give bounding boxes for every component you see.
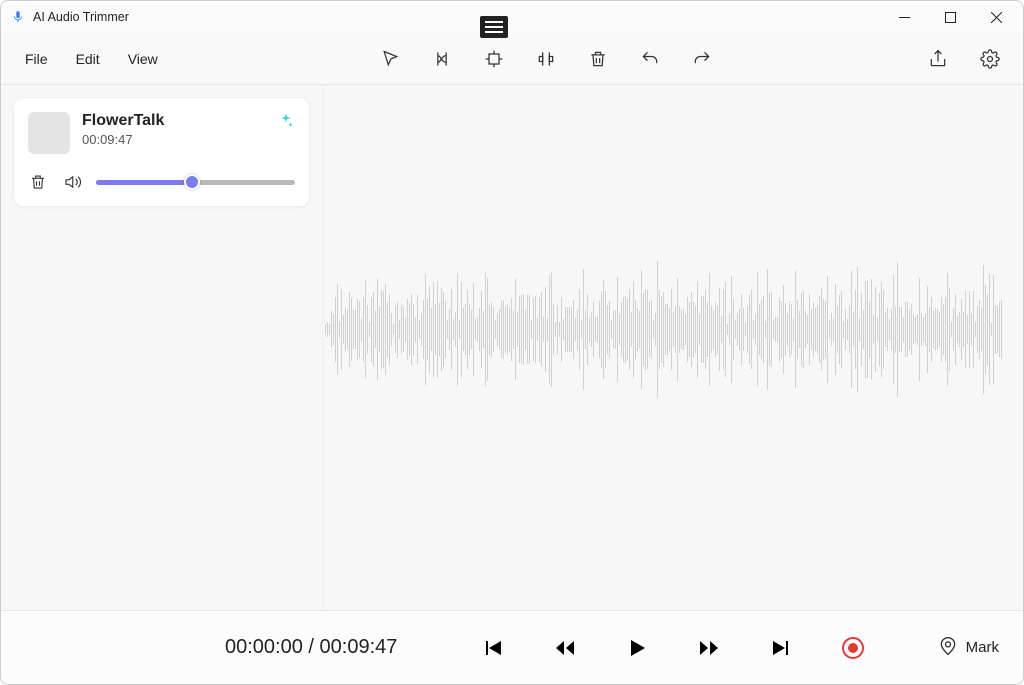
window-title: AI Audio Trimmer — [33, 10, 129, 24]
waveform-display — [323, 240, 1013, 420]
menu-view[interactable]: View — [114, 43, 172, 75]
clip-duration: 00:09:47 — [82, 132, 164, 147]
undo-button[interactable] — [633, 42, 667, 76]
silence-tool-button[interactable] — [529, 42, 563, 76]
volume-icon[interactable] — [62, 172, 82, 192]
clip-thumbnail — [28, 112, 70, 154]
fast-forward-button[interactable] — [693, 632, 725, 664]
app-window: AI Audio Trimmer File Edit View — [0, 0, 1024, 685]
sparkle-icon — [277, 112, 295, 135]
redo-button[interactable] — [685, 42, 719, 76]
waveform-area[interactable] — [323, 85, 1023, 610]
keyboard-icon — [480, 16, 508, 38]
mark-label: Mark — [966, 639, 999, 656]
marker-icon — [938, 636, 958, 660]
menu-edit[interactable]: Edit — [62, 43, 114, 75]
current-time: 00:00:00 — [225, 636, 303, 658]
delete-clip-button[interactable] — [28, 172, 48, 192]
crop-tool-button[interactable] — [477, 42, 511, 76]
title-bar: AI Audio Trimmer — [1, 1, 1023, 33]
clip-sidebar: FlowerTalk 00:09:47 — [1, 85, 323, 610]
minimize-button[interactable] — [881, 1, 927, 33]
skip-start-button[interactable] — [477, 632, 509, 664]
pointer-tool-button[interactable] — [373, 42, 407, 76]
skip-end-button[interactable] — [765, 632, 797, 664]
clip-card[interactable]: FlowerTalk 00:09:47 — [13, 97, 310, 207]
maximize-button[interactable] — [927, 1, 973, 33]
volume-slider[interactable] — [96, 180, 295, 185]
settings-button[interactable] — [973, 42, 1007, 76]
total-time: 00:09:47 — [320, 636, 398, 658]
microphone-icon — [11, 10, 25, 24]
time-display: 00:00:00 / 00:09:47 — [225, 636, 397, 659]
share-button[interactable] — [921, 42, 955, 76]
delete-tool-button[interactable] — [581, 42, 615, 76]
menu-bar: File Edit View — [1, 33, 1023, 85]
clip-title: FlowerTalk — [82, 112, 164, 130]
play-button[interactable] — [621, 632, 653, 664]
mark-button[interactable]: Mark — [938, 636, 999, 660]
playback-bar: 00:00:00 / 00:09:47 — [1, 610, 1023, 684]
menu-file[interactable]: File — [11, 43, 62, 75]
close-button[interactable] — [973, 1, 1019, 33]
rewind-button[interactable] — [549, 632, 581, 664]
split-tool-button[interactable] — [425, 42, 459, 76]
record-button[interactable] — [837, 632, 869, 664]
main-area: FlowerTalk 00:09:47 — [1, 85, 1023, 610]
